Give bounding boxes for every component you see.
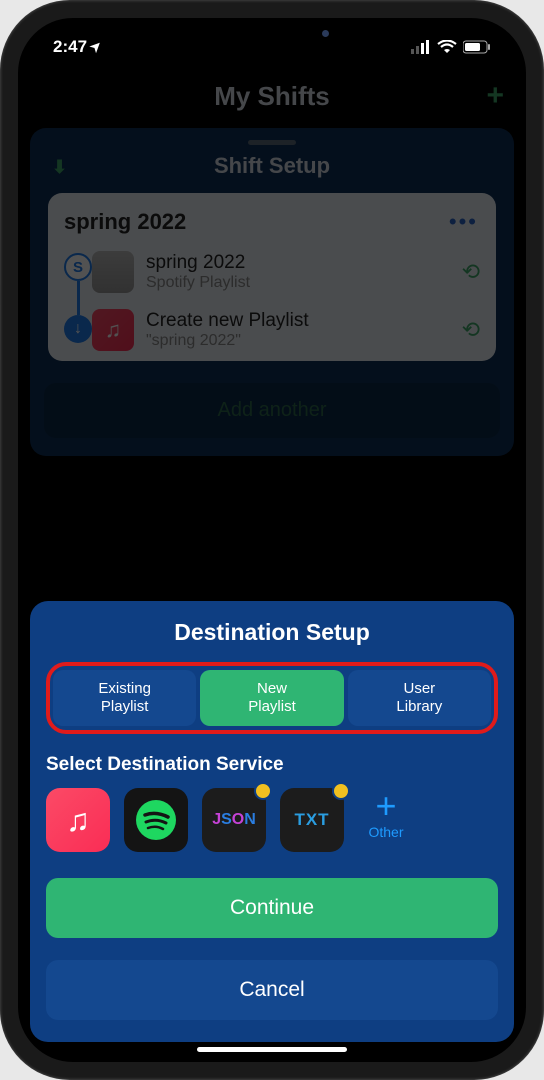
add-another-button[interactable]: Add another <box>44 383 500 438</box>
wifi-icon <box>437 40 457 54</box>
download-icon: ⬇ <box>52 157 67 178</box>
txt-icon: TXT <box>294 810 329 830</box>
cellular-signal-icon <box>411 40 431 54</box>
source-node-icon: S <box>64 253 92 281</box>
premium-badge-icon <box>332 782 350 800</box>
shift-setup-sheet: ⬇ Shift Setup spring 2022 ••• S ↓ <box>30 128 514 456</box>
spotify-icon <box>134 798 178 842</box>
clock-text: 2:47 <box>53 37 87 56</box>
source-row[interactable]: spring 2022 Spotify Playlist ⟲ <box>92 251 480 293</box>
plus-icon: + <box>358 788 414 824</box>
segment-existing-playlist[interactable]: ExistingPlaylist <box>53 670 196 726</box>
sync-icon: ⟲ <box>462 317 480 343</box>
apple-music-icon: ♫ <box>92 309 134 351</box>
sheet-title: Shift Setup <box>214 153 330 178</box>
shift-card-title: spring 2022 <box>64 209 480 235</box>
continue-button[interactable]: Continue <box>46 878 498 938</box>
dest-node-icon: ↓ <box>64 315 92 343</box>
premium-badge-icon <box>254 782 272 800</box>
status-icons <box>411 40 491 54</box>
destination-row[interactable]: ♫ Create new Playlist "spring 2022" ⟲ <box>92 309 480 351</box>
dest-title: Create new Playlist <box>146 310 309 332</box>
segment-new-playlist[interactable]: NewPlaylist <box>200 670 343 726</box>
service-spotify[interactable] <box>124 788 188 852</box>
source-subtitle: Spotify Playlist <box>146 274 250 292</box>
location-arrow-icon: ➤ <box>86 37 105 56</box>
home-indicator[interactable] <box>197 1047 347 1052</box>
sync-icon: ⟲ <box>462 259 480 285</box>
service-other[interactable]: + Other <box>358 788 414 840</box>
playlist-art-icon <box>92 251 134 293</box>
nav-title: My Shifts <box>214 81 330 111</box>
add-shift-button[interactable]: + <box>486 79 504 113</box>
cancel-button[interactable]: Cancel <box>46 960 498 1020</box>
segment-user-library[interactable]: UserLibrary <box>348 670 491 726</box>
card-more-button[interactable]: ••• <box>449 209 478 235</box>
sheet-grabber[interactable] <box>248 140 296 145</box>
service-row: ♫ JSON TXT <box>46 788 498 852</box>
service-json[interactable]: JSON <box>202 788 266 852</box>
service-section-label: Select Destination Service <box>46 754 498 776</box>
screen: 2:47 ➤ My Shifts + <box>18 18 526 1062</box>
source-title: spring 2022 <box>146 252 250 274</box>
destination-setup-sheet: Destination Setup ExistingPlaylist NewPl… <box>30 601 514 1042</box>
json-icon: JSON <box>212 811 256 829</box>
shift-card: spring 2022 ••• S ↓ spring 20 <box>48 193 496 361</box>
nav-bar: My Shifts + <box>18 73 526 120</box>
destination-title: Destination Setup <box>46 619 498 646</box>
service-txt[interactable]: TXT <box>280 788 344 852</box>
phone-frame: 2:47 ➤ My Shifts + <box>0 0 544 1080</box>
service-apple-music[interactable]: ♫ <box>46 788 110 852</box>
playlist-type-segmented-control: ExistingPlaylist NewPlaylist UserLibrary <box>46 662 498 734</box>
dest-subtitle: "spring 2022" <box>146 332 309 350</box>
music-note-icon: ♫ <box>66 802 90 839</box>
other-label: Other <box>358 824 414 840</box>
status-time: 2:47 ➤ <box>53 37 103 57</box>
notch <box>167 18 377 48</box>
battery-icon <box>463 40 491 54</box>
